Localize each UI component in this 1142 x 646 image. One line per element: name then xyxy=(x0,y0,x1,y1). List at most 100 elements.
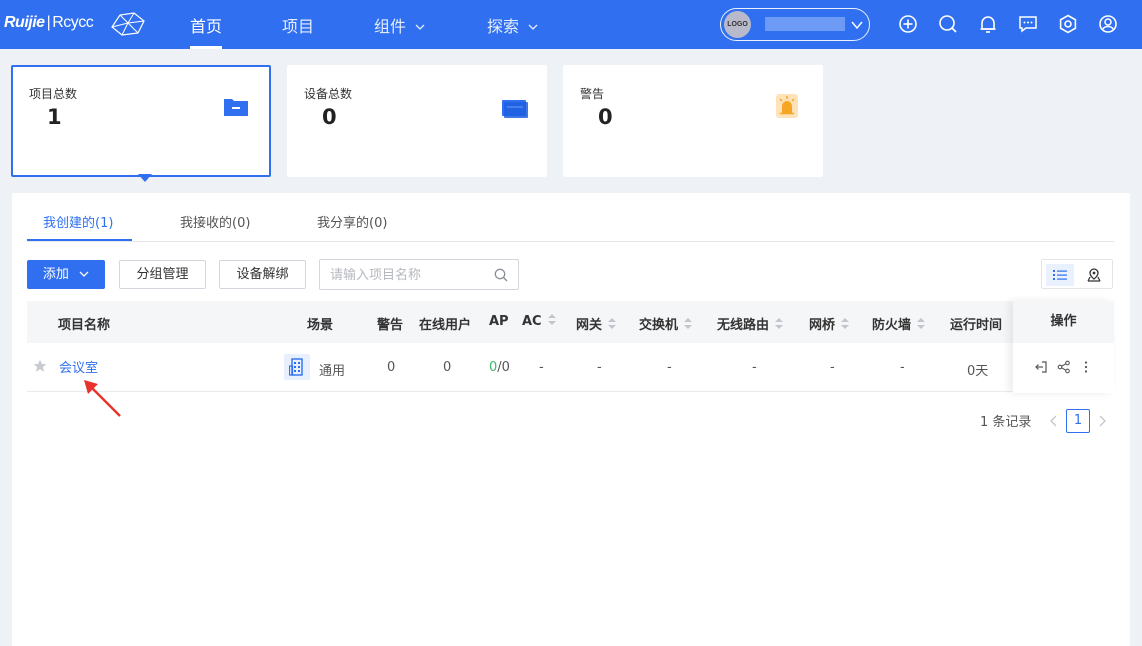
project-tabs: 我创建的(1) 我接收的(0) 我分享的(0) xyxy=(27,193,1114,242)
scene-label: 通用 xyxy=(319,364,346,379)
plus-circle-icon[interactable] xyxy=(898,14,918,34)
map-pin-icon xyxy=(1087,268,1101,282)
gear-icon[interactable] xyxy=(1058,14,1078,34)
bridge-cell: - xyxy=(830,360,835,375)
device-unbind-button[interactable]: 设备解绑 xyxy=(219,260,306,289)
nav-home[interactable]: 首页 xyxy=(190,13,222,37)
project-search xyxy=(319,259,519,290)
nav-components-label: 组件 xyxy=(374,17,407,36)
nav-home-label: 首页 xyxy=(190,17,223,36)
sort-icon xyxy=(775,318,784,330)
col-bridge[interactable]: 网桥 xyxy=(809,314,850,333)
chevron-down-icon xyxy=(79,271,89,277)
building-icon xyxy=(289,358,303,376)
ac-cell: - xyxy=(539,360,544,375)
stat-card-label: 设备总数 xyxy=(304,87,353,101)
star-icon[interactable] xyxy=(33,359,47,373)
chevron-right-icon[interactable] xyxy=(1097,412,1107,430)
top-navbar: Ruijie | Rcycc 首页 项目 组件 探索 LOGO xyxy=(0,0,1142,49)
pagination-total: 1 条记录 xyxy=(980,415,1032,430)
card-selection-pointer xyxy=(138,174,152,182)
enter-icon[interactable] xyxy=(1034,360,1048,374)
stat-card-projects[interactable]: 项目总数 1 xyxy=(11,65,271,177)
actions-column: 操作 xyxy=(1013,301,1114,393)
map-view-button[interactable] xyxy=(1080,264,1108,286)
stat-card-value: 0 xyxy=(598,105,613,129)
tenant-selector[interactable]: LOGO xyxy=(720,8,870,41)
chevron-down-icon xyxy=(415,24,425,30)
col-gateway-label: 网关 xyxy=(576,318,603,333)
col-actions: 操作 xyxy=(1013,301,1114,343)
nav-explore-label: 探索 xyxy=(487,17,520,36)
device-icon xyxy=(502,100,528,118)
col-ap: AP xyxy=(489,314,509,329)
more-icon[interactable] xyxy=(1079,360,1093,374)
scene-badge xyxy=(284,354,310,380)
tab-created[interactable]: 我创建的(1) xyxy=(43,212,113,231)
alarm-icon xyxy=(776,94,798,118)
firewall-cell: - xyxy=(900,360,905,375)
search-input[interactable] xyxy=(330,265,490,285)
switch-cell: - xyxy=(667,360,672,375)
stat-card-label: 警告 xyxy=(580,87,605,101)
chevron-down-icon xyxy=(851,21,863,30)
tenant-logo: LOGO xyxy=(724,11,751,38)
project-list-panel: 我创建的(1) 我接收的(0) 我分享的(0) 添加 分组管理 设备解绑 请输入… xyxy=(12,193,1130,646)
user-icon[interactable] xyxy=(1098,14,1118,34)
stat-card-value: 1 xyxy=(47,105,62,129)
page-number-current[interactable]: 1 xyxy=(1066,409,1090,433)
sort-icon xyxy=(684,318,693,330)
stat-card-devices[interactable]: 设备总数 0 xyxy=(287,65,547,177)
group-manage-button[interactable]: 分组管理 xyxy=(119,260,206,289)
add-button[interactable]: 添加 xyxy=(27,260,105,289)
product-name: Rcycc xyxy=(52,14,94,31)
nav-components[interactable]: 组件 xyxy=(374,13,425,37)
col-bridge-label: 网桥 xyxy=(809,318,836,333)
tenant-name-masked xyxy=(765,17,845,31)
bell-icon[interactable] xyxy=(978,14,998,34)
sort-icon xyxy=(841,318,850,330)
chevron-down-icon xyxy=(528,24,538,30)
col-online-users: 在线用户 xyxy=(419,318,472,333)
col-gateway[interactable]: 网关 xyxy=(576,314,617,333)
message-icon[interactable] xyxy=(1018,14,1038,34)
uptime-cell: 0天 xyxy=(967,364,989,379)
col-wireless-router-label: 无线路由 xyxy=(717,318,770,333)
annotation-arrow-icon xyxy=(84,380,121,417)
nav-explore[interactable]: 探索 xyxy=(487,13,538,37)
nav-projects-label: 项目 xyxy=(282,17,315,36)
col-scene: 场景 xyxy=(307,318,334,333)
tab-received[interactable]: 我接收的(0) xyxy=(180,212,250,231)
brand-logo[interactable]: Ruijie | Rcycc xyxy=(4,14,94,32)
share-icon[interactable] xyxy=(1057,360,1071,374)
chevron-left-icon[interactable] xyxy=(1049,412,1059,430)
ap-cell: 0/0 xyxy=(489,360,510,375)
col-uptime: 运行时间 xyxy=(950,318,1003,333)
stat-card-alerts[interactable]: 警告 0 xyxy=(563,65,823,177)
project-name-link[interactable]: 会议室 xyxy=(59,357,98,376)
gateway-cell: - xyxy=(597,360,602,375)
wireless-router-cell: - xyxy=(752,360,757,375)
table-header: 项目名称 场景 警告 在线用户 AP AC 网关 交换机 无线路由 网桥 防火墙… xyxy=(27,301,1114,343)
list-view-button[interactable] xyxy=(1046,264,1074,286)
col-ac[interactable]: AC xyxy=(522,314,556,329)
view-toggle xyxy=(1041,259,1113,289)
search-icon[interactable] xyxy=(494,268,508,282)
col-wireless-router[interactable]: 无线路由 xyxy=(717,314,784,333)
search-icon[interactable] xyxy=(938,14,958,34)
list-icon xyxy=(1053,270,1067,280)
add-button-label: 添加 xyxy=(42,267,69,282)
col-firewall-label: 防火墙 xyxy=(872,318,912,333)
brand-name: Ruijie xyxy=(4,14,45,31)
col-switch-label: 交换机 xyxy=(639,318,679,333)
stat-card-value: 0 xyxy=(322,105,337,129)
sort-icon xyxy=(608,318,617,330)
table-row: 会议室 通用 0 0 0/0 - - - - - - 0天 xyxy=(27,344,1114,392)
col-switch[interactable]: 交换机 xyxy=(639,314,693,333)
brand-mark-icon xyxy=(111,12,145,36)
col-firewall[interactable]: 防火墙 xyxy=(872,314,926,333)
col-alerts: 警告 xyxy=(377,318,404,333)
online-users-cell: 0 xyxy=(443,360,452,375)
nav-projects[interactable]: 项目 xyxy=(282,13,314,37)
tab-shared[interactable]: 我分享的(0) xyxy=(317,212,387,231)
